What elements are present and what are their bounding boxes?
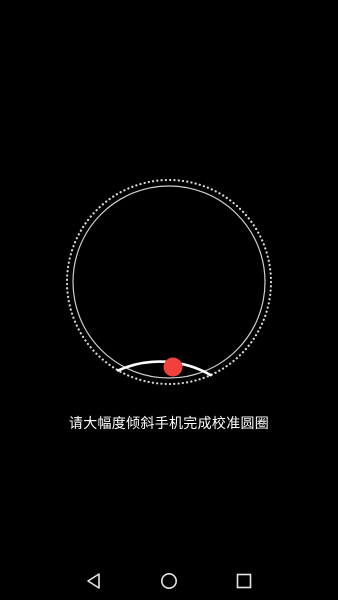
tilt-ball	[163, 357, 183, 377]
calibration-dial	[64, 179, 274, 389]
system-navigation-bar	[0, 560, 338, 600]
calibration-dial-graphic	[65, 179, 273, 386]
calibration-screen: 请大幅度倾斜手机完成校准圆圈	[0, 0, 338, 600]
recent-square-icon	[236, 573, 252, 589]
inner-ring	[72, 185, 266, 379]
dotted-outer-ring	[65, 179, 273, 386]
back-button[interactable]	[83, 570, 105, 592]
home-button[interactable]	[158, 570, 180, 592]
home-circle-icon	[161, 573, 177, 589]
calibration-instruction: 请大幅度倾斜手机完成校准圆圈	[68, 416, 270, 432]
back-triangle-icon	[87, 573, 100, 589]
recent-apps-button[interactable]	[233, 570, 255, 592]
